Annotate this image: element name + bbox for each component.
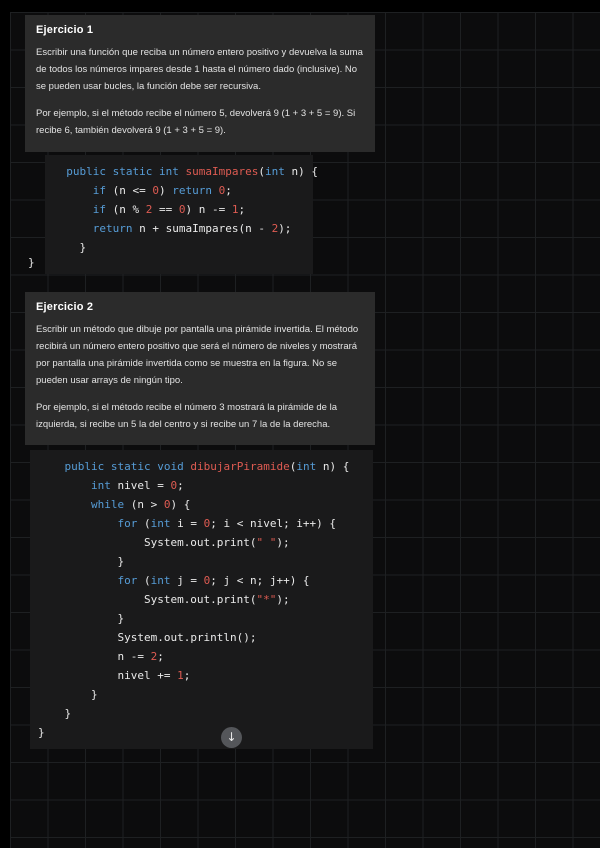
exercise2-card[interactable]: Ejercicio 2 Escribir un método que dibuj… (25, 292, 375, 445)
code-line: for (int i = 0; i < nivel; i++) { (38, 514, 365, 533)
code-line: nivel += 1; (38, 666, 365, 685)
arrow-down-icon: ↓ (226, 730, 236, 744)
code-line: } (38, 723, 365, 742)
exercise1-paragraph-1: Escribir una función que reciba un númer… (36, 44, 364, 95)
code-line: System.out.print(" "); (38, 533, 365, 552)
code-line: int nivel = 0; (38, 476, 365, 495)
exercise2-title: Ejercicio 2 (36, 301, 364, 313)
note-canvas: Ejercicio 1 Escribir una función que rec… (0, 0, 600, 848)
code-line: } (38, 552, 365, 571)
code-block-1[interactable]: public static int sumaImpares(int n) {if… (45, 155, 313, 274)
code-line: System.out.println(); (38, 628, 365, 647)
code-line: public static void dibujarPiramide(int n… (38, 457, 365, 476)
code1-closing-brace: } (28, 253, 35, 272)
exercise2-paragraph-1: Escribir un método que dibuje por pantal… (36, 321, 364, 389)
code-line: while (n > 0) { (38, 495, 365, 514)
code-line: } (38, 685, 365, 704)
exercise1-title: Ejercicio 1 (36, 24, 364, 36)
code-line: } (53, 238, 305, 257)
code-line: } (38, 704, 365, 723)
scroll-down-button[interactable]: ↓ (221, 727, 242, 748)
code-line: if (n % 2 == 0) n -= 1; (53, 200, 305, 219)
code-line: } (38, 609, 365, 628)
code-line: System.out.print("*"); (38, 590, 365, 609)
exercise2-paragraph-2: Por ejemplo, si el método recibe el núme… (36, 399, 364, 433)
code-line: for (int j = 0; j < n; j++) { (38, 571, 365, 590)
code-line: if (n <= 0) return 0; (53, 181, 305, 200)
exercise1-paragraph-2: Por ejemplo, si el método recibe el núme… (36, 105, 364, 139)
exercise1-card[interactable]: Ejercicio 1 Escribir una función que rec… (25, 15, 375, 152)
code-line: n -= 2; (38, 647, 365, 666)
code-line: public static int sumaImpares(int n) { (53, 162, 305, 181)
code-line: return n + sumaImpares(n - 2); (53, 219, 305, 238)
code-block-2[interactable]: public static void dibujarPiramide(int n… (30, 450, 373, 749)
